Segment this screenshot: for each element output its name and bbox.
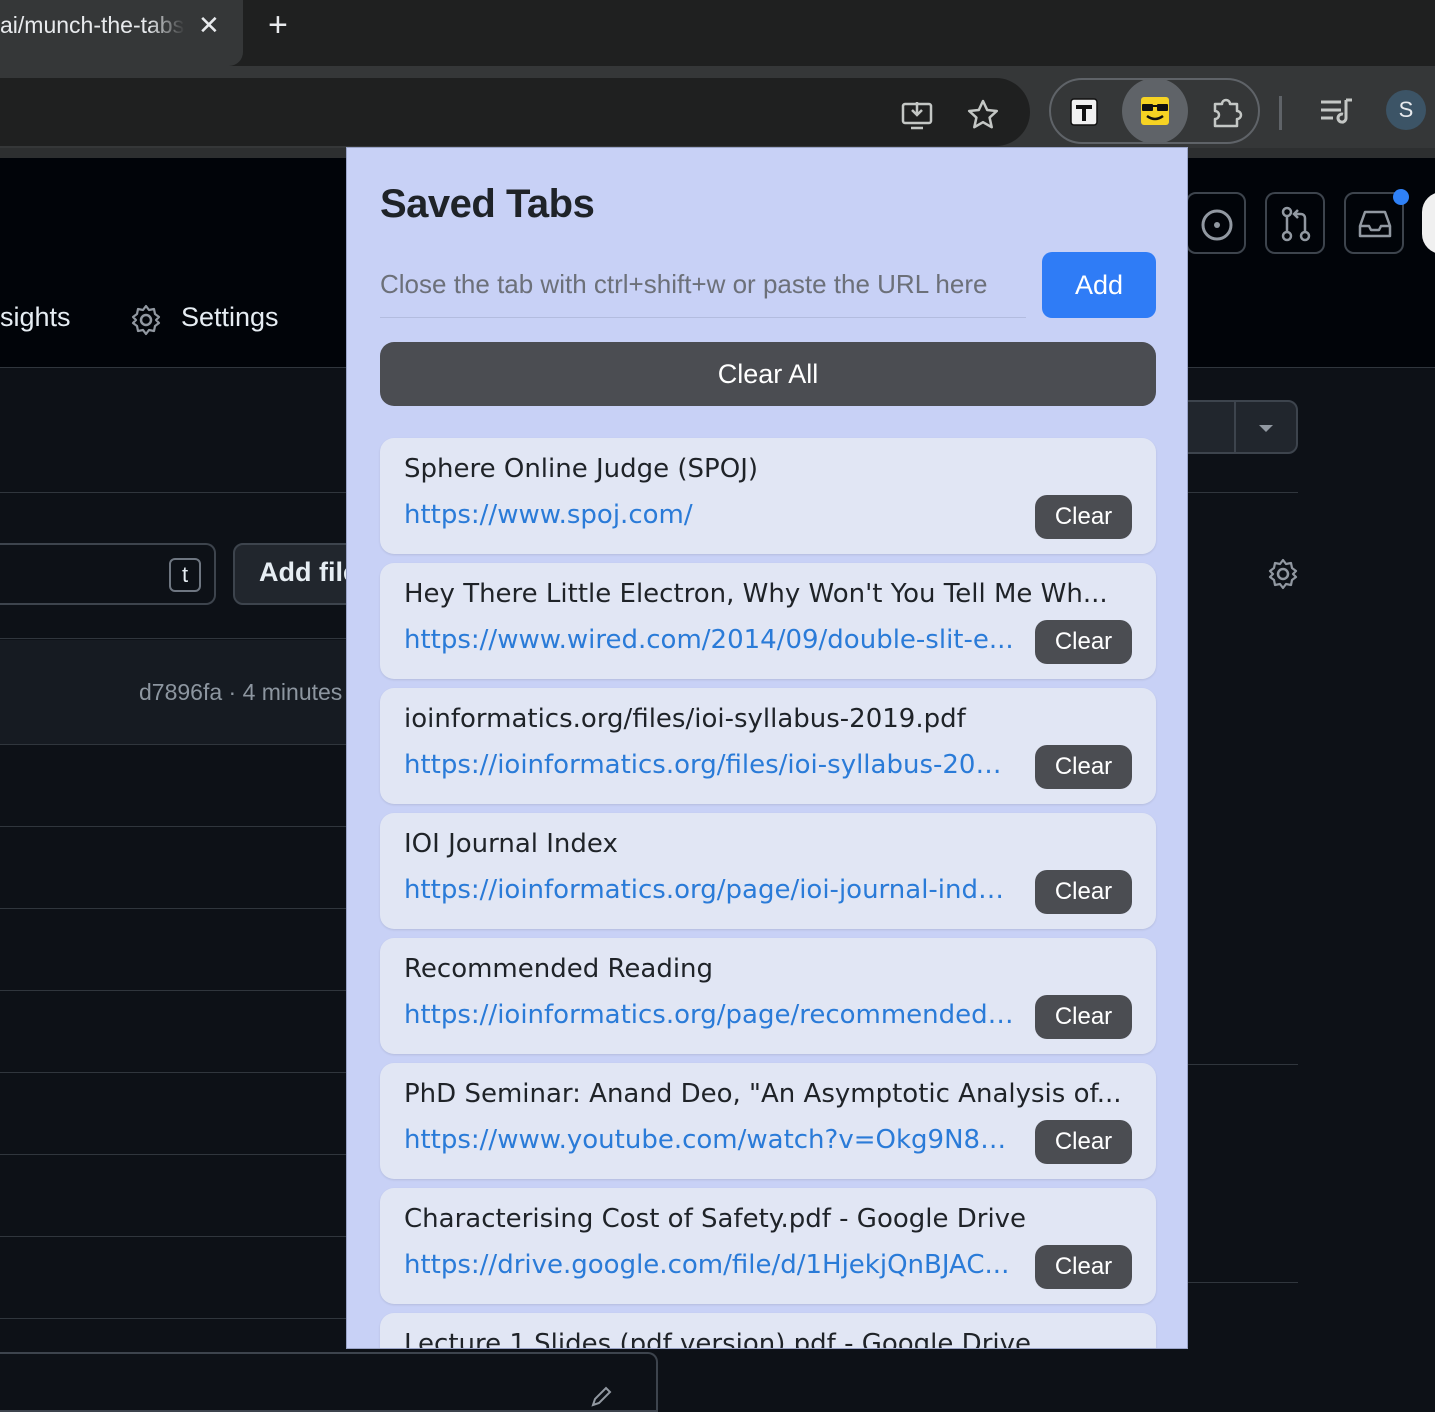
saved-tab-link[interactable]: https://ioinformatics.org/page/recommend…	[404, 1000, 1014, 1030]
saved-tab-title: PhD Seminar: Anand Deo, "An Asymptotic A…	[404, 1079, 1122, 1109]
address-bar[interactable]	[0, 78, 1030, 146]
saved-tab-title: Hey There Little Electron, Why Won't You…	[404, 579, 1108, 609]
divider	[0, 826, 360, 827]
saved-tab-title: Recommended Reading	[404, 954, 714, 984]
divider	[0, 638, 360, 639]
saved-tab-item: Sphere Online Judge (SPOJ) https://www.s…	[380, 438, 1156, 554]
saved-tab-title: ioinformatics.org/files/ioi-syllabus-201…	[404, 704, 966, 734]
close-tab-icon[interactable]: ✕	[198, 10, 220, 41]
pull-requests-button[interactable]	[1265, 192, 1325, 254]
clear-all-button[interactable]: Clear All	[380, 342, 1156, 406]
clear-item-button[interactable]: Clear	[1035, 870, 1132, 914]
saved-tab-item: ioinformatics.org/files/ioi-syllabus-201…	[380, 688, 1156, 804]
toolbar-divider	[1279, 96, 1282, 130]
extensions-group	[1049, 78, 1260, 144]
saved-tab-title: Sphere Online Judge (SPOJ)	[404, 454, 759, 484]
pull-request-icon	[1281, 206, 1311, 242]
saved-tab-link[interactable]: https://www.spoj.com/	[404, 500, 1014, 530]
divider	[0, 1236, 360, 1237]
saved-tab-link[interactable]: https://ioinformatics.org/page/ioi-journ…	[404, 875, 1014, 905]
extensions-puzzle-icon[interactable]	[1201, 86, 1253, 138]
clear-item-button[interactable]: Clear	[1035, 1245, 1132, 1289]
divider	[0, 990, 360, 991]
saved-tab-link[interactable]: https://drive.google.com/file/d/1HjekjQn…	[404, 1250, 1014, 1280]
browser-tab[interactable]: ai/munch-the-tabs ✕	[0, 0, 243, 66]
popup-title: Saved Tabs	[380, 182, 595, 226]
saved-tab-item: Characterising Cost of Safety.pdf - Goog…	[380, 1188, 1156, 1304]
browser-tab-strip: ai/munch-the-tabs ✕ +	[0, 0, 1435, 66]
bookmark-star-icon[interactable]	[966, 98, 1000, 132]
saved-tab-link[interactable]: https://www.youtube.com/watch?v=Okg9N8K.…	[404, 1125, 1014, 1155]
saved-tab-item: Hey There Little Electron, Why Won't You…	[380, 563, 1156, 679]
pencil-icon[interactable]	[588, 1384, 614, 1410]
saved-tab-title: Lecture 1 Slides (pdf version).pdf - Goo…	[404, 1329, 1031, 1349]
clear-item-button[interactable]: Clear	[1035, 995, 1132, 1039]
gear-icon[interactable]	[1266, 557, 1300, 591]
divider	[1180, 1282, 1298, 1283]
saved-tab-title: Characterising Cost of Safety.pdf - Goog…	[404, 1204, 1027, 1234]
saved-tab-item: Recommended Reading https://ioinformatic…	[380, 938, 1156, 1054]
divider	[0, 1072, 360, 1073]
saved-tab-link[interactable]: https://ioinformatics.org/files/ioi-syll…	[404, 750, 1014, 780]
saved-tab-item: PhD Seminar: Anand Deo, "An Asymptotic A…	[380, 1063, 1156, 1179]
settings-gear-icon	[131, 304, 161, 336]
divider	[0, 1318, 360, 1319]
chevron-down-icon	[1259, 425, 1273, 432]
browser-toolbar: S	[0, 66, 1435, 148]
issue-circle-icon	[1201, 209, 1233, 241]
issues-button[interactable]	[1186, 192, 1246, 254]
go-to-file-input[interactable]: t	[0, 543, 216, 605]
reading-list-icon[interactable]	[1318, 94, 1354, 130]
notification-dot	[1393, 189, 1409, 205]
nav-settings[interactable]: Settings	[181, 302, 279, 333]
saved-tab-item: IOI Journal Index https://ioinformatics.…	[380, 813, 1156, 929]
sunglasses-emoji-icon[interactable]	[1122, 78, 1188, 144]
divider	[0, 744, 360, 745]
add-button[interactable]: Add	[1042, 252, 1156, 318]
nav-insights[interactable]: sights	[0, 302, 71, 333]
saved-tab-title: IOI Journal Index	[404, 829, 618, 859]
saved-tab-link[interactable]: https://www.wired.com/2014/09/double-sli…	[404, 625, 1014, 655]
code-dropdown-button[interactable]	[1170, 400, 1298, 454]
profile-avatar[interactable]: S	[1386, 90, 1426, 130]
browser-tab-title: ai/munch-the-tabs	[0, 12, 185, 38]
divider	[1180, 1064, 1298, 1065]
divider	[0, 1154, 360, 1155]
tipa-t-icon[interactable]	[1058, 86, 1110, 138]
split-divider	[1234, 402, 1236, 452]
readme-box	[0, 1352, 658, 1412]
clear-item-button[interactable]: Clear	[1035, 745, 1132, 789]
url-input[interactable]	[380, 251, 1026, 318]
new-tab-button[interactable]: +	[268, 6, 288, 45]
clear-item-button[interactable]: Clear	[1035, 620, 1132, 664]
divider	[0, 908, 360, 909]
clear-item-button[interactable]: Clear	[1035, 1120, 1132, 1164]
keyboard-shortcut-badge: t	[169, 558, 201, 592]
install-app-icon[interactable]	[900, 98, 934, 132]
saved-tab-item: Lecture 1 Slides (pdf version).pdf - Goo…	[380, 1313, 1156, 1349]
saved-tabs-popup: Saved Tabs Add Clear All Sphere Online J…	[346, 147, 1188, 1349]
clear-item-button[interactable]: Clear	[1035, 495, 1132, 539]
